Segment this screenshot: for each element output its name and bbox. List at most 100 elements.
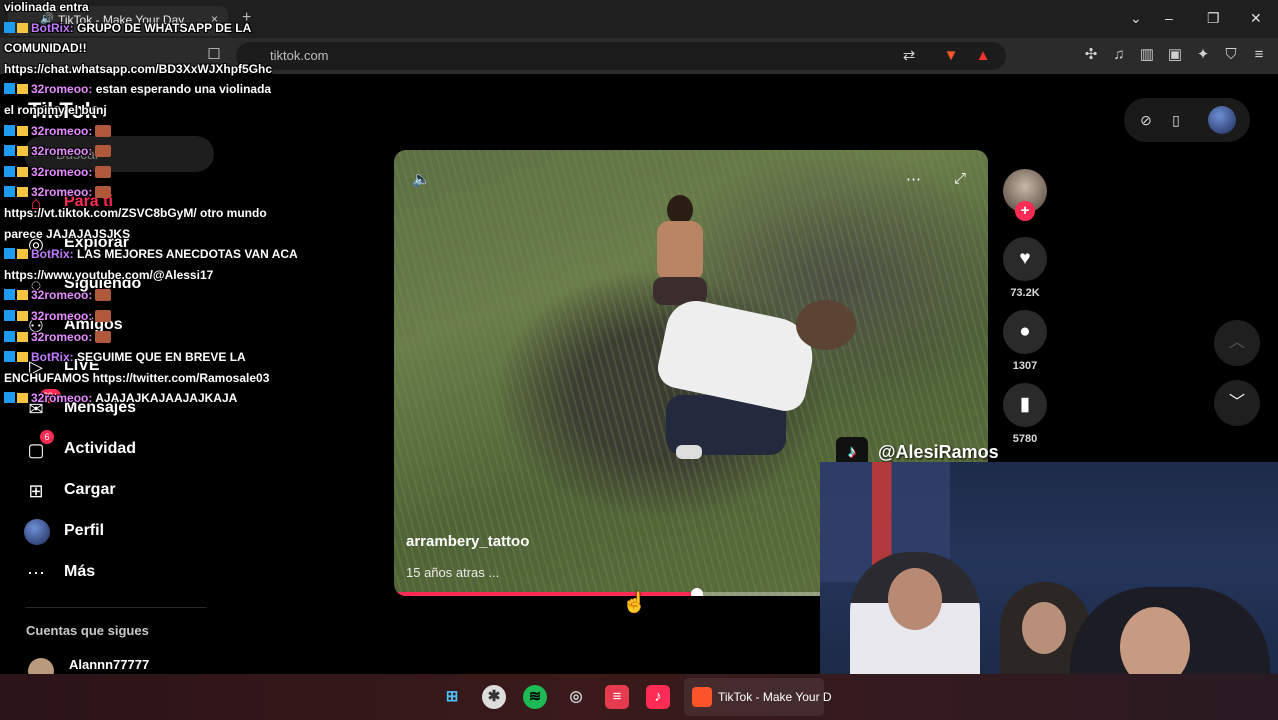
chat-username: 32romeoo: [31,288,93,303]
media-icon[interactable]: ♫ [1110,46,1128,64]
comment-count: 1307 [1012,360,1038,372]
save-button[interactable]: ▮ [1003,383,1047,427]
chat-text: SEGUIME QUE EN BREVE LA [73,350,246,365]
previous-video-button[interactable]: ︿ [1214,320,1260,366]
close-window-icon[interactable]: ✕ [1250,10,1262,27]
video-author[interactable]: arrambery_tattoo [406,533,529,550]
chat-message: 32romeoo: [4,288,112,303]
chat-username: 32romeoo: [31,391,93,406]
chat-text: https://chat.whatsapp.com/BD3XxWJXhpf5Gh… [4,61,273,76]
crown-icon [17,352,28,363]
emote-icon [95,124,112,137]
chat-username: 32romeoo: [31,164,93,179]
activity-badge: 6 [40,430,54,444]
fullscreen-icon[interactable]: ⤢ [954,170,966,187]
minimize-icon[interactable]: – [1165,10,1173,26]
chat-text: parece JAJAJAJSJKS [4,226,131,241]
chat-text: el ronpimy el bunj [4,103,107,117]
verified-icon [4,392,15,404]
crown-icon [17,249,28,260]
sidebar-item-label: Cargar [64,481,116,498]
chat-message: 32romeoo: [4,309,112,324]
url-text: tiktok.com [270,48,329,63]
follow-button[interactable]: + [1015,201,1035,221]
verified-icon [4,21,15,33]
chat-username: BotRix: [31,20,74,35]
chat-username: 32romeoo: [31,82,93,97]
chat-message: 32romeoo: AJAJAJKAJAAJAJKAJA [4,391,237,406]
screen: 🔊 TikTok - Make Your Day × + ⌄ – ❐ ✕ ☐ t… [0,0,1278,720]
tab-list-icon[interactable]: ⌄ [1130,10,1142,27]
chat-text: COMUNIDAD!! [4,41,87,56]
verified-icon [4,83,15,95]
sidebar-item-label: Perfil [64,522,105,539]
crown-icon [17,187,28,198]
sidebar-item-label: Actividad [64,440,137,457]
stream-handle: @AlesiRamos [878,442,999,462]
device-icon[interactable]: ▯ [1166,110,1186,130]
leo-icon[interactable]: ✦ [1194,46,1212,64]
comment-button[interactable]: ● [1003,310,1047,354]
chat-message: 32romeoo: [4,185,112,200]
app-icon[interactable]: ✱ [482,685,506,709]
emote-icon [95,310,112,322]
sidebar-item-mas[interactable]: ⋯ Más [24,558,224,588]
sidebar-item-perfil[interactable]: Perfil [24,517,224,547]
following-user-name: Alannn77777 [69,657,150,672]
translate-icon[interactable]: ⇄ [900,47,918,65]
vpn-icon[interactable]: ⛉ [1222,46,1240,64]
volume-icon[interactable]: 🔈 [412,170,431,188]
windows-start-icon[interactable]: ⊞ [440,685,464,709]
chat-text: LAS MEJORES ANECDOTAS VAN ACA [73,247,298,262]
chat-username: 32romeoo: [31,144,93,159]
tiktok-icon[interactable]: ♪ [646,685,670,709]
chat-message: ENCHUFAMOS https://twitter.com/Ramosale0… [4,371,269,386]
crown-icon [17,290,28,301]
heart-icon: ♥ [1019,248,1031,269]
address-bar[interactable]: tiktok.com ⇄ ▼ ▲ [236,42,1006,70]
chat-text: https://www.youtube.com/@Alessi17 [4,267,214,282]
sidebar-icon[interactable]: ▥ [1138,46,1156,64]
upload-icon: ⊞ [28,481,44,501]
obs-icon[interactable]: ◎ [564,685,588,709]
comment-icon: ● [1019,321,1031,342]
verified-icon [4,248,15,260]
more-options-icon[interactable]: ⋯ [906,170,921,188]
chat-username: 32romeoo: [31,185,93,200]
spotify-icon[interactable]: ≋ [523,685,547,709]
extensions-icon[interactable]: ✣ [1082,46,1100,64]
menu-icon[interactable]: ≡ [1250,46,1268,64]
app-icon[interactable]: ≡ [605,685,629,709]
brave-shields-icon[interactable]: ▼ [942,47,960,65]
verified-icon [4,289,15,301]
sidebar-item-actividad[interactable]: ▢ 6 Actividad [24,430,224,465]
windows-taskbar: ⊞ ✱ ≋ ◎ ≡ ♪ TikTok - Make Your D [0,674,1278,720]
crown-icon [17,146,28,157]
taskbar-browser-button[interactable]: TikTok - Make Your D [684,678,832,716]
chat-message: https://vt.tiktok.com/ZSVC8bGyM/ otro mu… [4,206,267,221]
verified-icon [4,330,15,342]
video-date: 15 años atras ... [406,565,500,580]
chat-text: GRUPO DE WHATSAPP DE LA [73,20,252,35]
crown-icon [17,22,28,33]
chevron-up-icon: ︿ [1228,334,1245,351]
coins-icon[interactable]: ⊘ [1136,110,1156,130]
next-video-button[interactable]: ﹀ [1214,380,1260,426]
chevron-down-icon: ﹀ [1228,394,1245,411]
brave-rewards-icon[interactable]: ▲ [974,47,992,65]
sidebar-item-label: Más [64,563,96,580]
emote-icon [95,165,112,178]
crown-icon [17,393,28,404]
chat-username: BotRix: [31,247,74,262]
maximize-icon[interactable]: ❐ [1207,10,1220,27]
verified-icon [4,165,15,177]
avatar[interactable] [1208,106,1236,134]
wallet-icon[interactable]: ▣ [1166,46,1184,64]
chat-message: parece JAJAJAJSJKS [4,227,130,242]
chat-text: ENCHUFAMOS https://twitter.com/Ramosale0… [4,370,270,385]
bookmark-icon: ▮ [1019,394,1031,415]
chat-text: violinada entra [4,0,89,14]
video-progress-handle[interactable] [690,588,703,596]
sidebar-item-cargar[interactable]: ⊞ Cargar [24,476,224,506]
like-button[interactable]: ♥ [1003,237,1047,281]
